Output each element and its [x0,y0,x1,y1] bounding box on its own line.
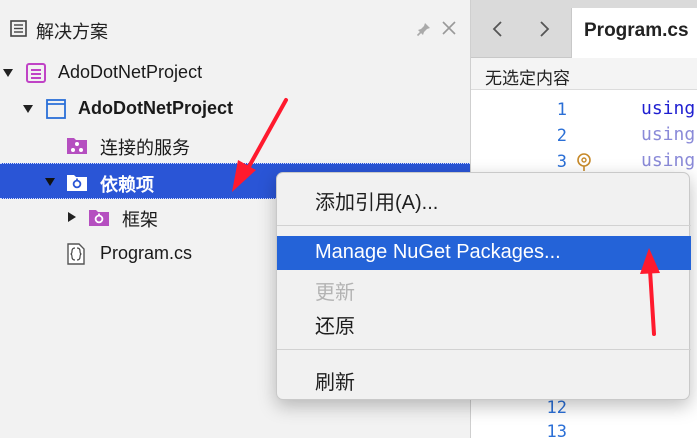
breadcrumb[interactable]: 无选定内容 [471,58,697,90]
menu-item-label: 刷新 [315,372,355,394]
frameworks-folder-icon [89,210,109,226]
menu-item-label: 添加引用(A)... [315,192,439,214]
code-line: using [641,124,696,145]
line-number: 1 [556,100,567,120]
tab-bar: Program.cs [471,0,697,58]
menu-item-manage-nuget-packages[interactable]: Manage NuGet Packages... [277,236,691,270]
back-chevron-icon[interactable] [483,14,513,44]
collapsed-triangle-icon[interactable] [66,211,78,223]
line-number: 13 [546,422,567,438]
expand-triangle-icon[interactable] [22,103,34,115]
pane-header: 解决方案 [0,0,470,58]
line-number: 3 [556,152,567,172]
forward-chevron-icon[interactable] [529,14,559,44]
pin-icon[interactable] [416,21,432,37]
menu-item-label: 更新 [315,282,355,304]
line-number: 12 [546,398,567,418]
tree-item-label: AdoDotNetProject [78,98,234,118]
tree-item-label: 框架 [122,210,158,230]
pane-title: 解决方案 [36,22,108,42]
tree-item-project[interactable]: AdoDotNetProject [0,91,470,127]
menu-item-refresh[interactable]: 刷新 [277,361,691,395]
close-icon[interactable] [441,20,457,36]
tree-item-label: 依赖项 [100,175,154,195]
lightbulb-icon[interactable] [575,152,593,172]
solution-icon [26,63,46,83]
menu-item-restore[interactable]: 还原 [277,305,691,339]
line-number: 2 [556,126,567,146]
context-menu: 添加引用(A)... Manage NuGet Packages... 更新 还… [276,172,691,400]
csharp-file-icon [67,243,85,265]
menu-item-label: Manage NuGet Packages... [315,241,561,263]
solution-pane-icon [10,20,27,37]
dependencies-folder-icon [67,175,87,191]
tab-label: Program.cs [584,20,689,41]
tab-program-cs[interactable]: Program.cs [571,8,697,58]
project-icon [46,99,66,119]
menu-item-update: 更新 [277,271,691,305]
menu-item-label: 还原 [315,316,355,338]
expand-triangle-icon[interactable] [2,67,14,79]
connected-services-folder-icon [67,138,87,154]
expand-triangle-icon[interactable] [44,176,56,188]
tree-item-connected-services[interactable]: 连接的服务 [0,127,470,163]
tree-item-solution[interactable]: AdoDotNetProject [0,55,470,91]
tree-item-label: 连接的服务 [100,138,190,158]
menu-separator [277,225,691,226]
menu-item-add-reference[interactable]: 添加引用(A)... [277,181,691,215]
tree-item-label: AdoDotNetProject [58,62,203,82]
code-line: using [641,98,696,119]
breadcrumb-text: 无选定内容 [485,69,570,88]
tree-item-label: Program.cs [100,243,193,263]
menu-separator [277,349,691,350]
code-line: using [641,150,696,171]
